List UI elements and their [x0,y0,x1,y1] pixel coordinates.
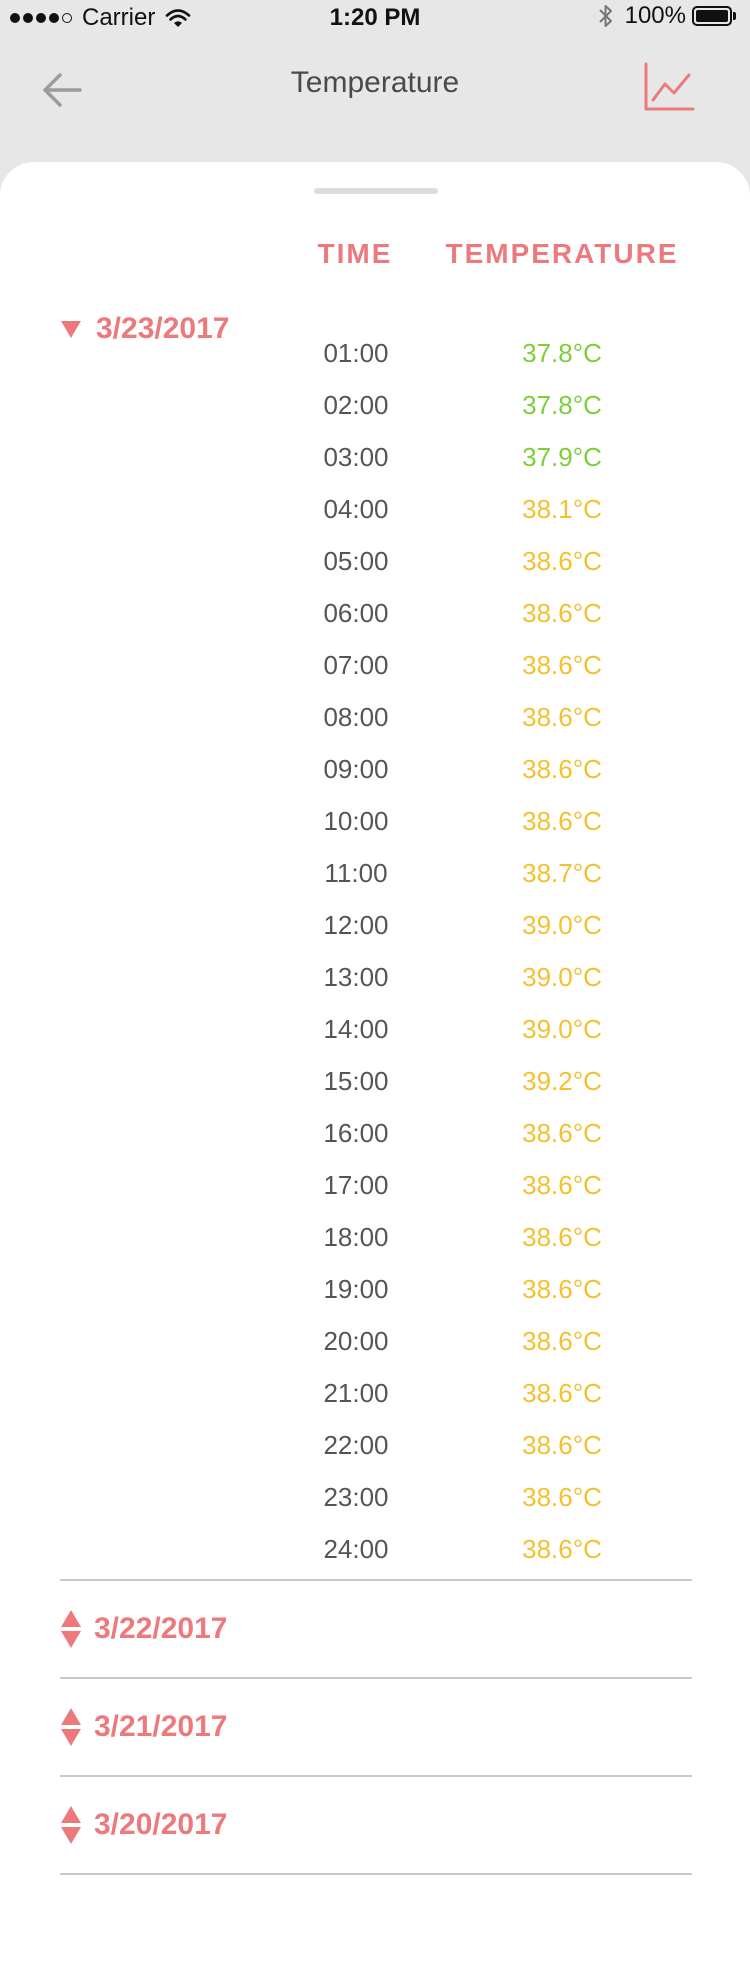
reading-time: 12:00 [323,910,389,940]
date-label: 3/21/2017 [94,1710,228,1743]
reading-temperature: 38.6°C [522,702,602,732]
reading-time: 05:00 [323,546,389,576]
reading-time: 16:00 [323,1118,389,1148]
chart-view-button[interactable] [640,58,698,116]
reading-row: 09:00 38.6°C [0,744,750,796]
reading-row: 04:00 38.1°C [0,484,750,536]
reading-temperature: 38.6°C [522,650,602,680]
battery-icon [692,5,736,27]
reading-time: 11:00 [324,858,388,888]
reading-time: 03:00 [323,442,389,472]
reading-time: 20:00 [323,1326,389,1356]
reading-time: 15:00 [323,1066,389,1096]
reading-temperature: 38.1°C [522,494,602,524]
reading-temperature: 37.8°C [522,390,602,420]
reading-row: 21:00 38.6°C [0,1368,750,1420]
reading-time: 23:00 [323,1482,389,1512]
reading-row: 08:00 38.6°C [0,692,750,744]
reading-time: 13:00 [323,962,389,992]
reading-row: 19:00 38.6°C [0,1264,750,1316]
readings-list: 01:00 37.8°C 02:00 37.8°C 03:00 37.9°C 04:00 38… [0,328,750,1576]
reading-time: 04:00 [323,494,389,524]
reading-time: 07:00 [323,650,389,680]
expand-sort-icon [61,1708,81,1746]
reading-time: 24:00 [323,1534,389,1564]
reading-row: 05:00 38.6°C [0,536,750,588]
reading-temperature: 38.6°C [522,1482,602,1512]
divider [60,1873,692,1875]
reading-row: 16:00 38.6°C [0,1108,750,1160]
reading-row: 20:00 38.6°C [0,1316,750,1368]
reading-row: 14:00 39.0°C [0,1004,750,1056]
reading-row: 24:00 38.6°C [0,1524,750,1576]
reading-temperature: 38.6°C [522,1326,602,1356]
reading-row: 03:00 37.9°C [0,432,750,484]
collapsed-date-row[interactable]: 3/20/2017 [60,1777,692,1873]
reading-row: 01:00 37.8°C [0,328,750,380]
reading-temperature: 38.6°C [522,1170,602,1200]
reading-time: 14:00 [323,1014,389,1044]
reading-time: 17:00 [323,1170,389,1200]
reading-row: 23:00 38.6°C [0,1472,750,1524]
column-header-time: TIME [317,238,393,269]
drag-handle[interactable] [314,188,438,194]
date-label: 3/22/2017 [94,1612,228,1645]
reading-temperature: 38.6°C [522,546,602,576]
reading-row: 13:00 39.0°C [0,952,750,1004]
reading-row: 22:00 38.6°C [0,1420,750,1472]
reading-row: 11:00 38.7°C [0,848,750,900]
reading-row: 06:00 38.6°C [0,588,750,640]
reading-temperature: 38.6°C [522,1430,602,1460]
reading-time: 18:00 [323,1222,389,1252]
reading-row: 18:00 38.6°C [0,1212,750,1264]
reading-temperature: 38.6°C [522,598,602,628]
reading-row: 12:00 39.0°C [0,900,750,952]
reading-temperature: 38.7°C [522,858,602,888]
reading-time: 06:00 [323,598,389,628]
reading-temperature: 38.6°C [522,1118,602,1148]
reading-time: 01:00 [323,338,389,368]
reading-temperature: 38.6°C [522,1378,602,1408]
reading-time: 22:00 [323,1430,389,1460]
reading-time: 09:00 [323,754,389,784]
readings-card[interactable]: TIME TEMPERATURE 3/23/2017 01:00 37.8°C 02… [0,162,750,1984]
reading-temperature: 39.0°C [522,962,602,992]
reading-row: 07:00 38.6°C [0,640,750,692]
expand-sort-icon [61,1610,81,1648]
reading-temperature: 38.6°C [522,754,602,784]
reading-temperature: 37.8°C [522,338,602,368]
reading-row: 17:00 38.6°C [0,1160,750,1212]
reading-time: 02:00 [323,390,389,420]
battery-percent: 100% [624,2,686,29]
reading-temperature: 37.9°C [522,442,602,472]
line-chart-icon [644,62,695,111]
bluetooth-icon [598,5,612,27]
reading-temperature: 38.6°C [522,1534,602,1564]
reading-time: 08:00 [323,702,389,732]
reading-time: 10:00 [323,806,389,836]
reading-temperature: 38.6°C [522,806,602,836]
page-title: Temperature [290,66,460,99]
reading-row: 10:00 38.6°C [0,796,750,848]
nav-bar: Temperature [0,36,750,156]
reading-time: 21:00 [323,1378,389,1408]
reading-temperature: 38.6°C [522,1222,602,1252]
collapsed-date-row[interactable]: 3/21/2017 [60,1679,692,1775]
reading-row: 02:00 37.8°C [0,380,750,432]
reading-temperature: 39.2°C [522,1066,602,1096]
reading-temperature: 38.6°C [522,1274,602,1304]
column-header-temperature: TEMPERATURE [445,238,679,269]
reading-temperature: 39.0°C [522,1014,602,1044]
reading-temperature: 39.0°C [522,910,602,940]
reading-row: 15:00 39.2°C [0,1056,750,1108]
collapsed-date-row[interactable]: 3/22/2017 [60,1581,692,1677]
status-right: 100% [597,2,736,30]
expand-sort-icon [61,1806,81,1844]
status-bar: Carrier 1:20 PM 100% [0,0,750,36]
reading-time: 19:00 [323,1274,389,1304]
date-label: 3/20/2017 [94,1808,228,1841]
